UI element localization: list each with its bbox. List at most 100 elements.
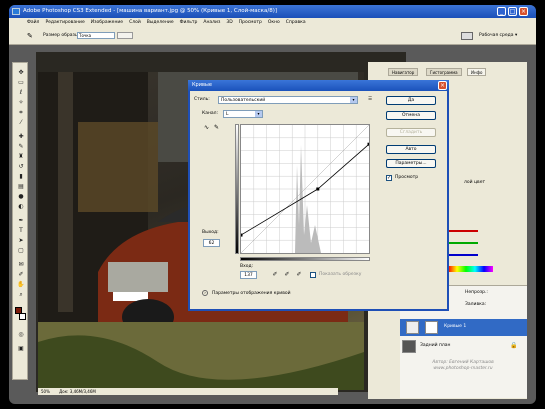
- options-button[interactable]: Параметры...: [386, 159, 436, 168]
- tab-info[interactable]: Инфо: [467, 68, 487, 76]
- ok-button[interactable]: Да: [386, 96, 436, 105]
- display-options-label[interactable]: Параметры отображения кривой: [212, 291, 291, 296]
- watermark: Автор: Евгений Карташов www.photoshop-ma…: [400, 360, 526, 372]
- fill-label: Заливка:: [465, 302, 487, 307]
- title-bar: Adobe Photoshop CS3 Extended - [машина в…: [9, 5, 536, 18]
- expand-options-icon[interactable]: ›: [202, 290, 208, 296]
- preset-select[interactable]: Пользовательский ▾: [218, 96, 358, 104]
- auto-button[interactable]: Авто: [386, 145, 436, 154]
- adjustment-layer-thumb: [406, 321, 419, 334]
- move-tool-icon[interactable]: ✥: [17, 69, 25, 76]
- menu-file[interactable]: Файл: [27, 20, 39, 25]
- marquee-tool-icon[interactable]: ▭: [17, 79, 25, 86]
- show-clipping-label: Показать обрезку: [319, 272, 362, 277]
- black-point-eyedropper-icon[interactable]: ✐: [272, 271, 278, 278]
- menu-select[interactable]: Выделение: [147, 20, 174, 25]
- close-button[interactable]: ×: [519, 7, 528, 16]
- gray-point-eyedropper-icon[interactable]: ✐: [284, 271, 290, 278]
- brush-tool-icon[interactable]: ✎: [17, 143, 25, 150]
- tab-navigator[interactable]: Навигатор: [388, 68, 419, 76]
- sample-size-select[interactable]: Точка: [77, 32, 115, 39]
- layer-row-curves[interactable]: Кривые 1: [400, 319, 527, 336]
- menu-filter[interactable]: Фильтр: [180, 20, 198, 25]
- white-point-eyedropper-icon[interactable]: ✐: [296, 271, 302, 278]
- menu-analysis[interactable]: Анализ: [203, 20, 220, 25]
- options-bar: ✎ Размер образца: Точка Рабочая среда ▾: [9, 27, 536, 45]
- magic-wand-tool-icon[interactable]: ✧: [17, 99, 25, 106]
- toolbox: ✥ ▭ ℓ ✧ ⌗ ⁄ ✚ ✎ ♜ ↺ ▮ ▤ ● ◐ ✒ T ➤ ▢ ✉ ✐ …: [12, 62, 28, 380]
- dialog-titlebar[interactable]: Кривые ×: [188, 80, 449, 91]
- options-extra-button[interactable]: [117, 32, 133, 39]
- quick-mask-icon[interactable]: ◎: [17, 331, 25, 338]
- curve-point[interactable]: [367, 142, 371, 146]
- menu-image[interactable]: Изображение: [91, 20, 123, 25]
- curve-edit-icon[interactable]: ∿: [204, 124, 209, 131]
- zoom-tool-icon[interactable]: ⌕: [17, 291, 25, 298]
- maximize-button[interactable]: □: [508, 7, 517, 16]
- curves-dialog: Кривые × Стиль: Пользовательский ▾ ☰ Кан…: [188, 80, 449, 311]
- menu-view[interactable]: Просмотр: [239, 20, 262, 25]
- chevron-down-icon: ▾: [255, 111, 262, 117]
- lock-icon: 🔒: [510, 342, 518, 349]
- history-brush-icon[interactable]: ↺: [17, 163, 25, 170]
- lasso-tool-icon[interactable]: ℓ: [17, 89, 25, 96]
- eraser-tool-icon[interactable]: ▮: [17, 173, 25, 180]
- healing-tool-icon[interactable]: ✚: [17, 133, 25, 140]
- curves-graph[interactable]: [239, 124, 371, 254]
- menu-3d[interactable]: 3D: [226, 20, 232, 25]
- dodge-tool-icon[interactable]: ◐: [17, 203, 25, 210]
- gradient-tool-icon[interactable]: ▤: [17, 183, 25, 190]
- curve-point[interactable]: [239, 233, 243, 237]
- eyedropper-icon[interactable]: ✎: [27, 32, 33, 40]
- cancel-button[interactable]: Отмена: [386, 111, 436, 120]
- hand-tool-icon[interactable]: ✋: [17, 281, 25, 288]
- window-title: Adobe Photoshop CS3 Extended - [машина в…: [23, 8, 278, 14]
- menu-window[interactable]: Окно: [268, 20, 280, 25]
- blur-tool-icon[interactable]: ●: [17, 193, 25, 200]
- channel-select[interactable]: L ▾: [223, 110, 263, 118]
- pencil-draw-icon[interactable]: ✎: [214, 124, 219, 131]
- color-ramp[interactable]: [448, 266, 493, 272]
- status-bar: 50% Док: 3,46М/3,46М: [38, 388, 338, 395]
- menu-layer[interactable]: Слой: [129, 20, 141, 25]
- pen-tool-icon[interactable]: ✒: [17, 217, 25, 224]
- layer-name: Задний план: [420, 343, 451, 348]
- notes-tool-icon[interactable]: ✉: [17, 261, 25, 268]
- path-select-tool-icon[interactable]: ➤: [17, 237, 25, 244]
- minimize-button[interactable]: _: [497, 7, 506, 16]
- menu-edit[interactable]: Редактирование: [45, 20, 84, 25]
- slice-tool-icon[interactable]: ⁄: [17, 119, 25, 126]
- background-color-swatch[interactable]: [19, 313, 26, 320]
- menu-bar: Файл Редактирование Изображение Слой Выд…: [9, 18, 536, 27]
- color-slider-green[interactable]: [448, 242, 478, 244]
- output-label: Выход:: [202, 230, 219, 235]
- zoom-level[interactable]: 50%: [41, 389, 50, 394]
- eyedropper-tool-icon[interactable]: ✐: [17, 271, 25, 278]
- input-gradient: [240, 257, 370, 261]
- preview-label: Просмотр: [395, 175, 419, 180]
- menu-help[interactable]: Справка: [286, 20, 306, 25]
- preview-checkbox[interactable]: ✓: [386, 175, 392, 181]
- layer-row-background[interactable]: Задний план 🔒: [400, 338, 527, 355]
- curves-plot: [239, 124, 371, 254]
- input-value-field[interactable]: 137: [240, 271, 257, 279]
- screen-mode-icon[interactable]: ▣: [17, 345, 25, 352]
- workspace-icon[interactable]: [461, 32, 473, 40]
- photoshop-app-icon: [12, 8, 20, 15]
- crop-tool-icon[interactable]: ⌗: [17, 109, 25, 116]
- dialog-close-button[interactable]: ×: [438, 81, 447, 90]
- tab-histogram[interactable]: Гистограмма: [426, 68, 462, 76]
- shape-tool-icon[interactable]: ▢: [17, 247, 25, 254]
- doc-info: Док: 3,46М/3,46М: [59, 389, 96, 394]
- curve-point[interactable]: [316, 187, 320, 191]
- show-clipping-checkbox[interactable]: [310, 272, 316, 278]
- color-slider-blue[interactable]: [448, 254, 478, 256]
- workspace-menu[interactable]: Рабочая среда ▾: [479, 33, 517, 38]
- panel-side-text: лой цвет: [464, 180, 486, 185]
- type-tool-icon[interactable]: T: [17, 227, 25, 234]
- stamp-tool-icon[interactable]: ♜: [17, 153, 25, 160]
- preset-options-icon[interactable]: ☰: [368, 97, 372, 102]
- layer-mask-thumb[interactable]: [425, 321, 438, 334]
- color-slider-red[interactable]: [448, 230, 478, 232]
- output-value-field[interactable]: 62: [203, 239, 220, 247]
